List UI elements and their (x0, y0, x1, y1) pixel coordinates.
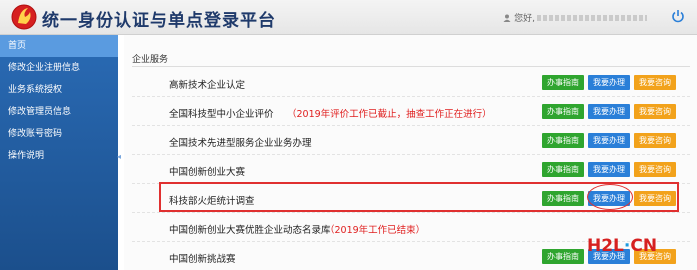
watermark-text-b: CN (630, 236, 658, 256)
sidebar-item-change-password[interactable]: 修改账号密码 (0, 123, 118, 145)
emblem-logo-icon (11, 4, 37, 30)
service-row: 全国技术先进型服务企业业务办理 办事指南 我要办理 我要咨询 (132, 128, 690, 155)
service-row: 高新技术企业认定 办事指南 我要办理 我要咨询 (132, 70, 690, 97)
consult-button[interactable]: 我要咨询 (634, 191, 676, 206)
guide-button[interactable]: 办事指南 (542, 75, 584, 90)
sidebar-collapse-icon[interactable]: ◂ (117, 152, 123, 162)
guide-button[interactable]: 办事指南 (542, 162, 584, 177)
user-icon (503, 14, 511, 22)
guide-button[interactable]: 办事指南 (542, 249, 584, 264)
main-content: 企业服务 高新技术企业认定 办事指南 我要办理 我要咨询 全国科技型中小企业评价… (124, 35, 697, 270)
sidebar-item-edit-company-info[interactable]: 修改企业注册信息 (0, 57, 118, 79)
masked-username (537, 15, 647, 21)
site-watermark: H2L·CN (587, 236, 657, 256)
section-title: 企业服务 (132, 55, 169, 65)
service-note: （2019年评价工作已截止，抽查工作正在进行） (287, 109, 492, 120)
watermark-text-a: H2L (587, 236, 624, 256)
consult-button[interactable]: 我要咨询 (634, 75, 676, 90)
apply-button[interactable]: 我要办理 (588, 75, 630, 90)
sidebar-item-system-authorization[interactable]: 业务系统授权 (0, 79, 118, 101)
guide-button[interactable]: 办事指南 (542, 191, 584, 206)
service-row: 科技部火炬统计调查 办事指南 我要办理 我要咨询 (132, 186, 690, 213)
service-name: 中国创新创业大赛 (169, 167, 246, 178)
top-header: 统一身份认证与单点登录平台 您好, (0, 0, 697, 35)
service-name: 全国技术先进型服务企业业务办理 (169, 138, 312, 149)
service-name: 高新技术企业认定 (169, 80, 246, 91)
user-greeting: 您好, (514, 14, 535, 24)
apply-button[interactable]: 我要办理 (588, 133, 630, 148)
service-name: 科技部火炬统计调查 (169, 196, 255, 207)
guide-button[interactable]: 办事指南 (542, 104, 584, 119)
sidebar-nav: 首页 修改企业注册信息 业务系统授权 修改管理员信息 修改账号密码 操作说明 (0, 35, 118, 270)
consult-button[interactable]: 我要咨询 (634, 162, 676, 177)
service-row: 全国科技型中小企业评价 （2019年评价工作已截止，抽查工作正在进行） 办事指南… (132, 99, 690, 126)
service-name: 中国创新创业大赛优胜企业动态名录库 (169, 225, 331, 236)
apply-button[interactable]: 我要办理 (588, 162, 630, 177)
sidebar-item-home[interactable]: 首页 (0, 35, 118, 57)
apply-button[interactable]: 我要办理 (588, 191, 630, 206)
apply-button[interactable]: 我要办理 (588, 104, 630, 119)
service-note: （2019年工作已结束） (325, 225, 426, 236)
section-divider (132, 66, 690, 67)
consult-button[interactable]: 我要咨询 (634, 133, 676, 148)
guide-button[interactable]: 办事指南 (542, 133, 584, 148)
sidebar-item-instructions[interactable]: 操作说明 (0, 145, 118, 167)
app-title: 统一身份认证与单点登录平台 (42, 11, 276, 31)
sidebar-item-edit-admin-info[interactable]: 修改管理员信息 (0, 101, 118, 123)
service-name: 全国科技型中小企业评价 (169, 109, 274, 120)
power-icon[interactable] (671, 9, 685, 23)
consult-button[interactable]: 我要咨询 (634, 104, 676, 119)
service-row: 中国创新创业大赛 办事指南 我要办理 我要咨询 (132, 157, 690, 184)
service-name: 中国创新挑战赛 (169, 254, 236, 265)
user-info: 您好, (503, 11, 647, 24)
